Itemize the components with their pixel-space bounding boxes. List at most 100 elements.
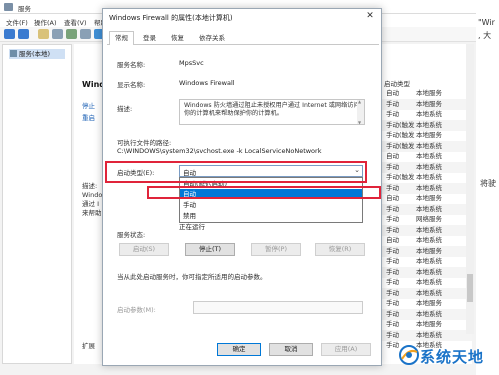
services-list-scrollbar[interactable] xyxy=(466,44,474,334)
list-item-logon-as: 本地系统 xyxy=(416,330,442,339)
list-item-logon-as: 本地系统 xyxy=(416,183,442,192)
list-item-logon-as: 本地系统 xyxy=(416,204,442,213)
list-item[interactable]: 手动 本地服务 xyxy=(380,298,472,309)
gear-icon xyxy=(10,50,17,57)
list-item-startup-type: 手动 xyxy=(386,288,399,297)
watermark-text: 系统天地 xyxy=(420,348,485,366)
right-edge-text-2: , 大 xyxy=(478,31,492,40)
list-item[interactable]: 手动 本地服务 xyxy=(380,245,472,257)
list-item-logon-as: 本地系统 xyxy=(416,267,442,276)
list-item[interactable]: 手动 本地系统 xyxy=(380,224,472,236)
list-item[interactable]: 手动 本地系统 xyxy=(380,277,472,288)
list-item-startup-type: 手动 xyxy=(386,225,399,234)
list-item-startup-type: 手动(触发 xyxy=(386,131,415,139)
list-item-logon-as: 本地系统 xyxy=(416,309,442,318)
start-service-button[interactable]: 启动(S) xyxy=(119,243,169,256)
resume-service-button[interactable]: 恢复(R) xyxy=(315,243,365,256)
list-item-logon-as: 本地服务 xyxy=(416,99,442,108)
list-item[interactable]: 手动 本地系统 xyxy=(380,161,472,173)
list-item-logon-as: 本地系统 xyxy=(416,288,442,297)
menu-action[interactable]: 操作(A) xyxy=(34,17,57,27)
list-item-logon-as: 本地系统 xyxy=(416,173,442,181)
refresh-icon[interactable] xyxy=(66,29,77,39)
highlight-auto-option xyxy=(147,186,381,199)
list-item[interactable]: 自动 本地服务 xyxy=(380,193,472,204)
ok-button[interactable]: 确定 xyxy=(217,343,261,356)
list-item[interactable]: 手动 本地系统 xyxy=(380,329,472,341)
service-status-label: 服务状态: xyxy=(117,231,146,239)
restart-service-link[interactable]: 重启 xyxy=(82,112,95,122)
list-item[interactable]: 手动 网络服务 xyxy=(380,214,472,225)
tab-dependencies[interactable]: 依存关系 xyxy=(193,31,231,45)
description-label: 描述: xyxy=(117,105,133,113)
tab-extended[interactable]: 扩展 xyxy=(82,340,95,350)
start-params-input[interactable] xyxy=(193,301,363,314)
list-item-startup-type: 手动 xyxy=(386,162,399,171)
start-params-hint: 当从此处启动服务时，你可指定所适用的启动参数。 xyxy=(117,273,267,281)
close-icon[interactable]: ✕ xyxy=(359,9,381,23)
service-name-value: MpsSvc xyxy=(179,59,204,67)
description-scrollbar[interactable] xyxy=(357,99,364,125)
list-item-startup-type: 手动 xyxy=(386,215,399,223)
list-item-logon-as: 本地系统 xyxy=(416,278,442,286)
list-item[interactable]: 自动 本地系统 xyxy=(380,151,472,162)
list-view-icon[interactable] xyxy=(52,29,63,39)
general-tab-body: 服务名称: MpsSvc 显示名称: Windows Firewall 描述: … xyxy=(105,45,381,335)
list-item[interactable]: 手动 本地系统 xyxy=(380,256,472,267)
list-item[interactable]: 手动 本地系统 xyxy=(380,287,472,299)
list-item-startup-type: 手动 xyxy=(386,278,399,286)
properties-icon[interactable] xyxy=(80,29,91,39)
description-text[interactable]: Windows 防火墙通过阻止未授权用户通过 Internet 或网络访问你的计… xyxy=(179,99,365,125)
list-item[interactable]: 手动 本地系统 xyxy=(380,109,472,120)
list-item[interactable]: 手动(触发 本地系统 xyxy=(380,119,472,131)
list-item[interactable]: 手动 本地服务 xyxy=(380,98,472,110)
list-item[interactable]: 手动(触发 本地系统 xyxy=(380,172,472,183)
tab-recovery[interactable]: 恢复 xyxy=(165,31,190,45)
forward-icon[interactable] xyxy=(18,29,29,39)
start-params-label: 启动参数(M): xyxy=(117,306,156,314)
cancel-button[interactable]: 取消 xyxy=(269,343,313,356)
list-item-logon-as: 本地服务 xyxy=(416,246,442,255)
list-item-logon-as: 本地系统 xyxy=(416,152,442,160)
menu-view[interactable]: 查看(V) xyxy=(64,17,87,27)
pause-service-button[interactable]: 暂停(P) xyxy=(251,243,301,256)
stop-service-button[interactable]: 停止(T) xyxy=(185,243,235,256)
menu-file[interactable]: 文件(F) xyxy=(6,17,28,27)
list-item[interactable]: 自动 本地系统 xyxy=(380,235,472,246)
list-item-startup-type: 自动 xyxy=(386,194,399,202)
list-item[interactable]: 手动 本地系统 xyxy=(380,203,472,215)
list-item-logon-as: 本地服务 xyxy=(416,131,442,139)
stop-service-link[interactable]: 停止 xyxy=(82,100,95,110)
list-item[interactable]: 手动 本地系统 xyxy=(380,266,472,278)
tab-logon[interactable]: 登录 xyxy=(137,31,162,45)
startup-option-manual[interactable]: 手动 xyxy=(180,200,362,210)
services-list: 启动类型 自动 本地服务 手动 本地服务 手动 本地系统 手动(触发 本地系统 手动(触发 本地服… xyxy=(380,44,472,364)
list-item[interactable]: 手动 本地系统 xyxy=(380,182,472,194)
list-item-startup-type: 手动 xyxy=(386,309,399,318)
scrollbar-thumb[interactable] xyxy=(467,274,473,302)
list-item[interactable]: 手动 本地服务 xyxy=(380,319,472,330)
list-item[interactable]: 自动 本地服务 xyxy=(380,88,472,99)
back-icon[interactable] xyxy=(4,29,15,39)
list-item-startup-type: 手动 xyxy=(386,330,399,339)
list-item[interactable]: 手动(触发 本地系统 xyxy=(380,140,472,152)
apply-button[interactable]: 应用(A) xyxy=(321,343,371,356)
tree-node-services-local[interactable]: 服务(本地) xyxy=(9,49,65,59)
services-tree: 服务(本地) xyxy=(2,44,72,364)
list-item-logon-as: 本地系统 xyxy=(416,225,442,234)
dialog-titlebar: Windows Firewall 的属性(本地计算机) ✕ xyxy=(103,9,381,25)
folder-icon[interactable] xyxy=(38,29,49,39)
list-item-startup-type: 手动 xyxy=(386,246,399,255)
startup-option-disabled[interactable]: 禁用 xyxy=(180,211,362,221)
list-item[interactable]: 手动 本地系统 xyxy=(380,308,472,320)
column-header-startup-type[interactable]: 启动类型 xyxy=(384,78,410,88)
list-item-startup-type: 手动(触发 xyxy=(386,141,415,150)
right-edge-text-3: 将驶 xyxy=(480,179,496,188)
list-item-logon-as: 本地系统 xyxy=(416,236,442,244)
right-edge-window: "Wir , 大 将驶 xyxy=(476,0,499,375)
services-window-title: 服务 xyxy=(18,5,31,13)
services-app-icon xyxy=(4,3,13,11)
list-item[interactable]: 手动(触发 本地服务 xyxy=(380,130,472,141)
list-item-startup-type: 手动 xyxy=(386,99,399,108)
tab-general[interactable]: 常规 xyxy=(109,31,134,46)
